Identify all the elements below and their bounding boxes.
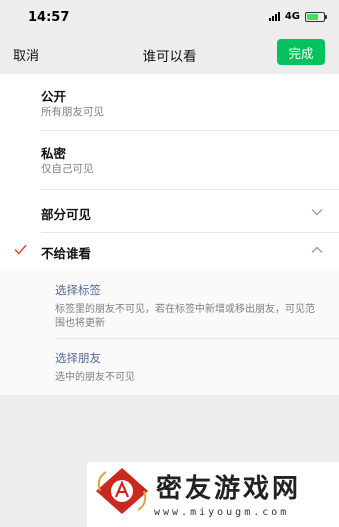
chevron-down-icon bbox=[311, 209, 323, 216]
status-time: 14:57 bbox=[28, 10, 70, 25]
select-friends-link[interactable]: 选择朋友 bbox=[55, 350, 329, 366]
option-title: 公开 bbox=[41, 89, 67, 104]
exclude-subpanel: 选择标签 标签里的朋友不可见，若在标签中新增或移出朋友，可见范围也将更新 选择朋… bbox=[0, 269, 339, 395]
select-tags-link[interactable]: 选择标签 bbox=[55, 282, 329, 298]
option-dont-show-to[interactable]: 不给谁看 bbox=[0, 233, 339, 269]
option-subtitle: 仅自己可见 bbox=[41, 163, 94, 175]
option-title: 不给谁看 bbox=[41, 246, 92, 261]
status-indicators: 4G bbox=[268, 11, 327, 22]
signal-icon bbox=[268, 12, 280, 21]
option-title: 私密 bbox=[41, 146, 67, 161]
chevron-up-icon bbox=[311, 246, 323, 253]
option-subtitle: 所有朋友可见 bbox=[41, 106, 104, 118]
done-button[interactable]: 完成 bbox=[277, 39, 325, 65]
select-tags-description: 标签里的朋友不可见，若在标签中新增或移出朋友，可见范围也将更新 bbox=[55, 304, 315, 329]
option-title: 部分可见 bbox=[41, 207, 92, 222]
cancel-button[interactable]: 取消 bbox=[13, 45, 39, 64]
battery-icon bbox=[305, 11, 327, 22]
watermark-title: 密友游戏网 bbox=[156, 474, 302, 504]
option-public[interactable]: 公开 所有朋友可见 bbox=[0, 74, 339, 131]
visibility-options-list: 公开 所有朋友可见 私密 仅自己可见 部分可见 不给谁看 选择标签 标签里的朋友… bbox=[0, 74, 339, 395]
site-watermark: 密友游戏网 www.miyougm.com bbox=[87, 462, 339, 527]
network-type: 4G bbox=[284, 11, 300, 22]
select-tags-item[interactable]: 选择标签 标签里的朋友不可见，若在标签中新增或移出朋友，可见范围也将更新 bbox=[55, 282, 329, 352]
select-friends-description: 选中的朋友不可见 bbox=[55, 372, 135, 383]
checkmark-icon bbox=[14, 244, 27, 255]
watermark-url: www.miyougm.com bbox=[154, 507, 290, 518]
divider bbox=[55, 338, 339, 339]
nav-bar: 取消 谁可以看 完成 bbox=[0, 34, 339, 74]
select-friends-item[interactable]: 选择朋友 选中的朋友不可见 bbox=[55, 350, 329, 395]
logo-icon bbox=[96, 468, 148, 514]
status-bar: 14:57 4G bbox=[0, 0, 339, 34]
option-private[interactable]: 私密 仅自己可见 bbox=[0, 131, 339, 190]
option-partially-visible[interactable]: 部分可见 bbox=[0, 190, 339, 233]
